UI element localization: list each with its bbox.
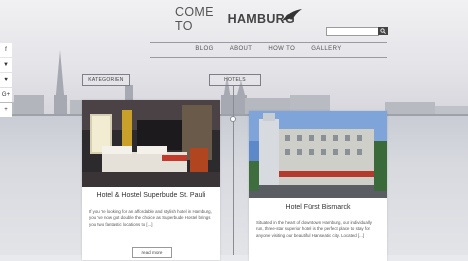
card-excerpt: If you 're looking for an affordable and… [89, 209, 212, 227]
filter-categories[interactable]: KATEGORIEN [82, 74, 130, 86]
nav-item-howto[interactable]: HOW TO [268, 46, 295, 52]
card-title[interactable]: Hotel & Hostel Superbude St. Pauli [82, 192, 220, 199]
filter-hotels[interactable]: HOTELS [209, 74, 261, 86]
bird-icon [282, 9, 302, 21]
pinterest-icon[interactable]: ♥ [0, 73, 12, 87]
hotel-building-image[interactable] [249, 111, 387, 198]
nav-bottom-divider [150, 57, 387, 58]
nav-item-gallery[interactable]: GALLERY [311, 46, 341, 52]
hotel-card: Hotel & Hostel Superbude St. Pauli If yo… [82, 100, 220, 260]
search-icon [380, 28, 386, 34]
share-icon[interactable]: + [0, 103, 12, 117]
timeline-line [233, 86, 234, 255]
timeline-dot [230, 116, 236, 122]
logo-text-light: COME TO [175, 5, 214, 33]
card-excerpt: Situated in the heart of downtown Hambur… [256, 220, 372, 238]
main-nav: BLOG ABOUT HOW TO GALLERY [150, 46, 387, 52]
hotel-room-image[interactable] [82, 100, 220, 187]
site-logo[interactable]: COME TO HAMBURG [175, 5, 302, 33]
search-button[interactable] [378, 27, 388, 35]
googleplus-icon[interactable]: G+ [0, 88, 12, 102]
hotel-card: Hotel Fürst Bismarck Situated in the hea… [249, 111, 387, 261]
social-bar: f ▼ ♥ G+ + [0, 43, 12, 118]
nav-item-blog[interactable]: BLOG [195, 46, 213, 52]
nav-top-divider [150, 42, 387, 43]
facebook-icon[interactable]: f [0, 43, 12, 57]
nav-item-about[interactable]: ABOUT [230, 46, 253, 52]
background-water [0, 115, 468, 255]
search-input[interactable] [326, 27, 379, 36]
card-title[interactable]: Hotel Fürst Bismarck [249, 204, 387, 211]
read-more-button[interactable]: read more [132, 247, 172, 258]
twitter-icon[interactable]: ▼ [0, 58, 12, 72]
